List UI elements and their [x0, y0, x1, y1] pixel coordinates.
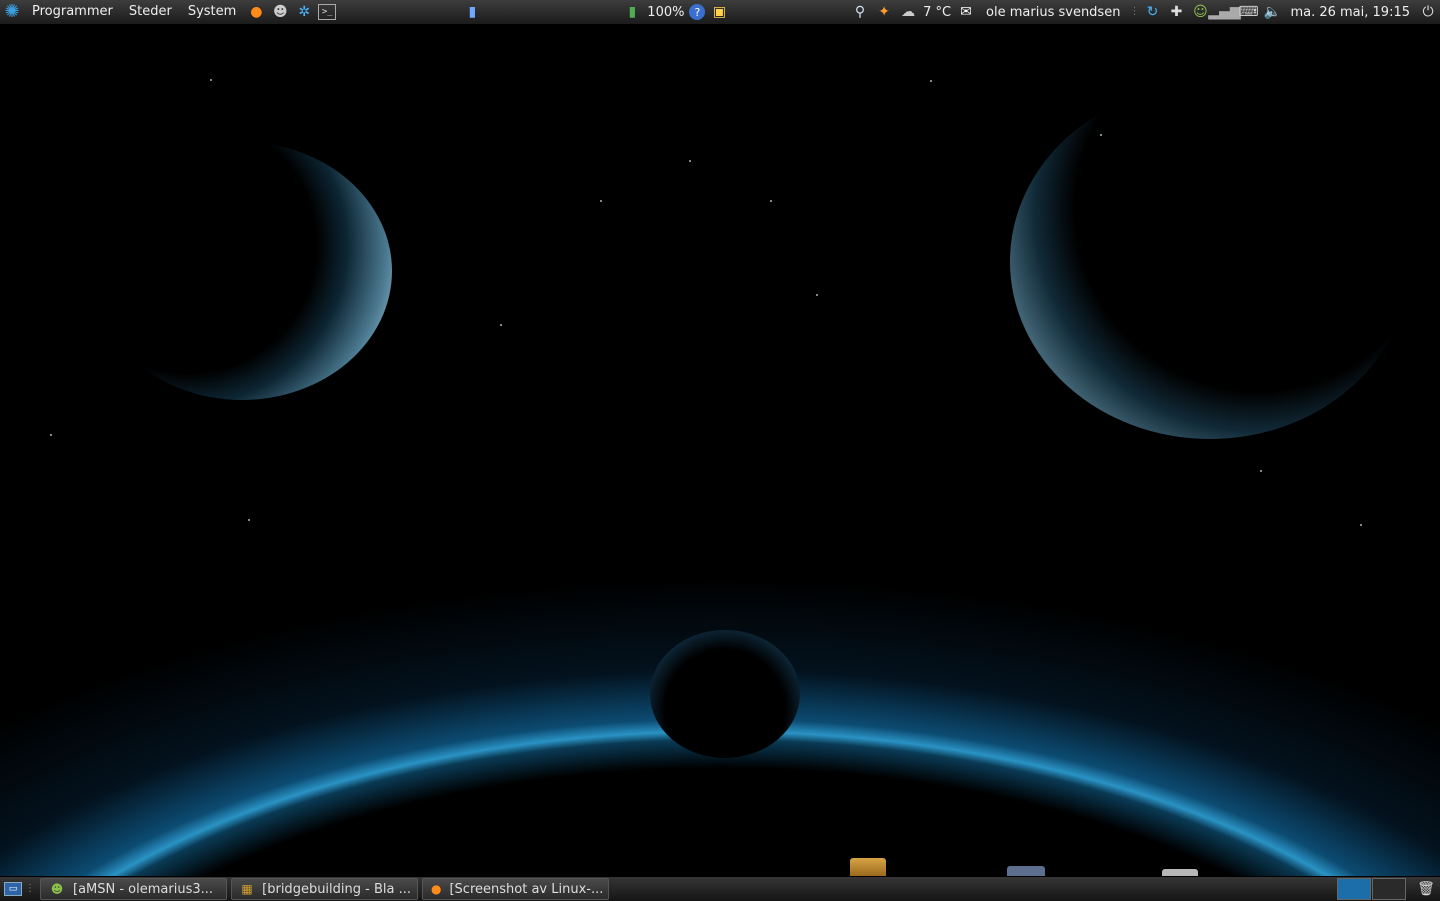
- keyboard-icon[interactable]: ⌨: [1238, 2, 1258, 22]
- task-label: [Screenshot av Linux-...: [449, 881, 604, 897]
- weather-temperature[interactable]: 7 °C: [920, 5, 954, 20]
- moon-right: [1010, 84, 1410, 439]
- clock[interactable]: ma. 26 mai, 19:15: [1284, 5, 1416, 20]
- users-icon[interactable]: ☻: [270, 2, 290, 22]
- mail-icon[interactable]: ✉: [956, 2, 976, 22]
- signal-icon[interactable]: ▂▄▆: [1208, 2, 1240, 22]
- notes-icon[interactable]: ▮: [462, 2, 482, 22]
- update-icon[interactable]: ↻: [1142, 2, 1162, 22]
- menu-programmer[interactable]: Programmer: [24, 0, 121, 24]
- menu-steder[interactable]: Steder: [121, 0, 180, 24]
- dock-folder-icon[interactable]: [1007, 866, 1045, 876]
- firefox-icon: ●: [431, 882, 442, 896]
- amsn-icon: ☻: [50, 882, 64, 896]
- user-name[interactable]: ole marius svendsen: [978, 5, 1128, 20]
- task-amsn[interactable]: ☻ [aMSN - olemarius3...: [40, 878, 227, 900]
- network-icon[interactable]: ✲: [294, 2, 314, 22]
- desktop-wallpaper: [0, 24, 1440, 876]
- task-bridgebuilding[interactable]: ▦ [bridgebuilding - Bla ...: [231, 878, 418, 900]
- dock-package-icon[interactable]: [850, 858, 886, 876]
- workspace-2[interactable]: [1372, 878, 1406, 900]
- task-firefox[interactable]: ● [Screenshot av Linux-...: [422, 878, 609, 900]
- moon-left: [92, 142, 392, 400]
- search-icon[interactable]: ⚲: [850, 2, 870, 22]
- app-indicator-icon[interactable]: ✦: [874, 2, 894, 22]
- distro-logo-icon[interactable]: ✺: [2, 2, 22, 22]
- game-icon: ▦: [241, 882, 253, 896]
- show-desktop-icon[interactable]: ▭: [4, 882, 22, 896]
- terminal-icon[interactable]: >_: [318, 4, 337, 20]
- help-icon[interactable]: ?: [689, 4, 706, 20]
- chat-icon[interactable]: ✚: [1166, 2, 1186, 22]
- firefox-icon[interactable]: ●: [246, 2, 266, 22]
- battery-icon[interactable]: ▮: [622, 2, 642, 22]
- task-label: [bridgebuilding - Bla ...: [262, 881, 411, 897]
- lock-screen-icon[interactable]: ▣: [709, 2, 729, 22]
- handle-icon: ⋮: [25, 883, 35, 894]
- trash-icon[interactable]: 🗑: [1416, 879, 1436, 899]
- volume-icon[interactable]: 🔈: [1262, 2, 1282, 22]
- menu-system[interactable]: System: [180, 0, 244, 24]
- handle-icon: ⋮: [1129, 6, 1140, 17]
- bottom-panel: ▭ ⋮ ☻ [aMSN - olemarius3... ▦ [bridgebui…: [0, 876, 1440, 901]
- battery-percent: 100%: [647, 4, 685, 20]
- weather-icon[interactable]: ☁: [898, 2, 918, 22]
- dock-drive-icon[interactable]: [1162, 869, 1198, 876]
- workspace-1[interactable]: [1337, 878, 1371, 900]
- top-panel: ✺ Programmer Steder System ● ☻ ✲ >_ ▮ ▮ …: [0, 0, 1440, 25]
- task-label: [aMSN - olemarius3...: [73, 881, 214, 897]
- shutdown-icon[interactable]: ⏻: [1418, 2, 1438, 22]
- moon-small: [650, 630, 800, 758]
